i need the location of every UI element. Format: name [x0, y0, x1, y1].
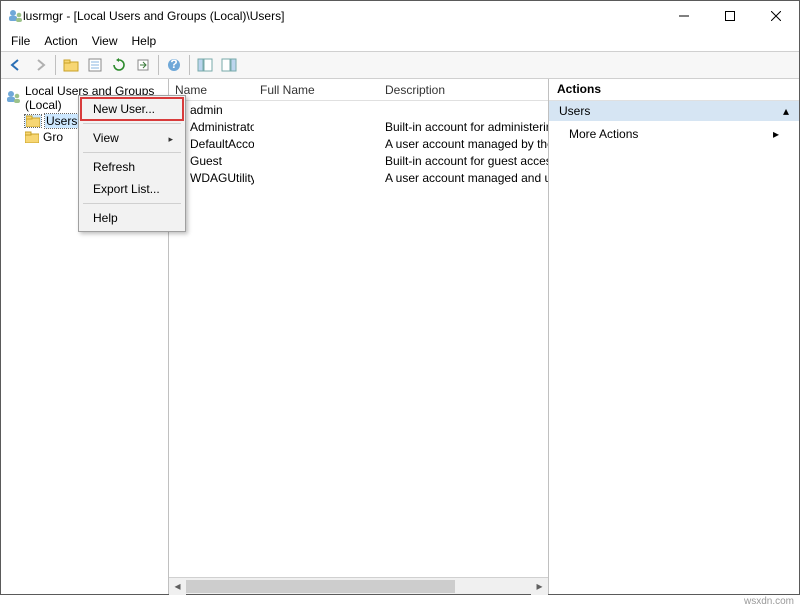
context-item-label: Help — [93, 211, 118, 225]
context-help[interactable]: Help — [81, 207, 183, 229]
actions-item-label: More Actions — [569, 127, 638, 141]
context-export[interactable]: Export List... — [81, 178, 183, 200]
actions-more-actions[interactable]: More Actions ▸ — [549, 121, 799, 147]
menu-action[interactable]: Action — [38, 32, 83, 50]
user-row[interactable]: WDAGUtility... A user account managed and… — [169, 169, 548, 186]
scroll-track[interactable] — [186, 578, 531, 594]
user-name: Guest — [190, 154, 222, 168]
scroll-thumb[interactable] — [186, 580, 455, 593]
toolbar-separator — [158, 55, 159, 75]
context-refresh[interactable]: Refresh — [81, 156, 183, 178]
close-button[interactable] — [753, 1, 799, 31]
menu-file[interactable]: File — [5, 32, 36, 50]
user-name: Administrator — [190, 120, 254, 134]
user-description: A user account managed and us — [379, 171, 548, 185]
export-icon[interactable] — [132, 54, 154, 76]
users-groups-icon — [5, 89, 21, 108]
list-pane: Name Full Name Description adminAdminist… — [169, 79, 549, 594]
menu-help[interactable]: Help — [126, 32, 163, 50]
user-description: Built-in account for guest access — [379, 154, 548, 168]
context-separator — [83, 152, 181, 153]
help-icon[interactable]: ? — [163, 54, 185, 76]
user-description: Built-in account for administering — [379, 120, 548, 134]
folder-icon — [25, 131, 39, 143]
watermark: wsxdn.com — [744, 596, 794, 607]
menu-view[interactable]: View — [86, 32, 124, 50]
user-description: A user account managed by the — [379, 137, 548, 151]
list-header: Name Full Name Description — [169, 79, 548, 101]
context-view[interactable]: View — [81, 127, 183, 149]
show-hide-action-icon[interactable] — [218, 54, 240, 76]
svg-text:?: ? — [170, 58, 177, 71]
refresh-icon[interactable] — [108, 54, 130, 76]
context-item-label: Export List... — [93, 182, 160, 196]
horizontal-scrollbar[interactable]: ◂ ▸ — [169, 577, 548, 594]
show-hide-tree-icon[interactable] — [194, 54, 216, 76]
user-row[interactable]: Administrator Built-in account for admini… — [169, 118, 548, 135]
user-name: WDAGUtility... — [190, 171, 254, 185]
context-item-label: Refresh — [93, 160, 135, 174]
actions-section-label: Users — [559, 104, 590, 118]
column-description[interactable]: Description — [379, 80, 548, 100]
toolbar: ? — [1, 51, 799, 79]
user-name: admin — [190, 103, 223, 117]
tree-node-label: Users — [45, 114, 78, 128]
context-new-user[interactable]: New User... — [81, 98, 183, 120]
user-row[interactable]: DefaultAcco... A user account managed by … — [169, 135, 548, 152]
back-button[interactable] — [5, 54, 27, 76]
user-row[interactable]: admin — [169, 101, 548, 118]
actions-section-users[interactable]: Users ▴ — [549, 101, 799, 121]
scroll-right-arrow-icon[interactable]: ▸ — [531, 578, 548, 595]
menu-bar: File Action View Help — [1, 31, 799, 51]
toolbar-separator — [189, 55, 190, 75]
context-menu: New User... View Refresh Export List... … — [78, 95, 186, 232]
maximize-button[interactable] — [707, 1, 753, 31]
context-item-label: View — [93, 131, 119, 145]
properties-icon[interactable] — [84, 54, 106, 76]
collapse-arrow-icon: ▴ — [783, 104, 789, 118]
context-item-label: New User... — [93, 102, 155, 116]
column-fullname[interactable]: Full Name — [254, 80, 379, 100]
window-title: lusrmgr - [Local Users and Groups (Local… — [23, 9, 661, 23]
forward-button[interactable] — [29, 54, 51, 76]
title-bar: lusrmgr - [Local Users and Groups (Local… — [1, 1, 799, 31]
actions-header: Actions — [549, 79, 799, 101]
context-separator — [83, 123, 181, 124]
user-name: DefaultAcco... — [190, 137, 254, 151]
list-body[interactable]: admin Administrator Built-in account for a… — [169, 101, 548, 577]
actions-pane: Actions Users ▴ More Actions ▸ — [549, 79, 799, 594]
scroll-left-arrow-icon[interactable]: ◂ — [169, 578, 186, 595]
folder-new-icon[interactable] — [60, 54, 82, 76]
minimize-button[interactable] — [661, 1, 707, 31]
user-row[interactable]: Guest Built-in account for guest access — [169, 152, 548, 169]
tree-node-label: Gro — [43, 130, 63, 144]
submenu-arrow-icon: ▸ — [773, 127, 779, 141]
folder-icon — [25, 115, 41, 127]
submenu-arrow-icon — [168, 131, 173, 145]
toolbar-separator — [55, 55, 56, 75]
app-icon — [7, 8, 23, 24]
context-separator — [83, 203, 181, 204]
